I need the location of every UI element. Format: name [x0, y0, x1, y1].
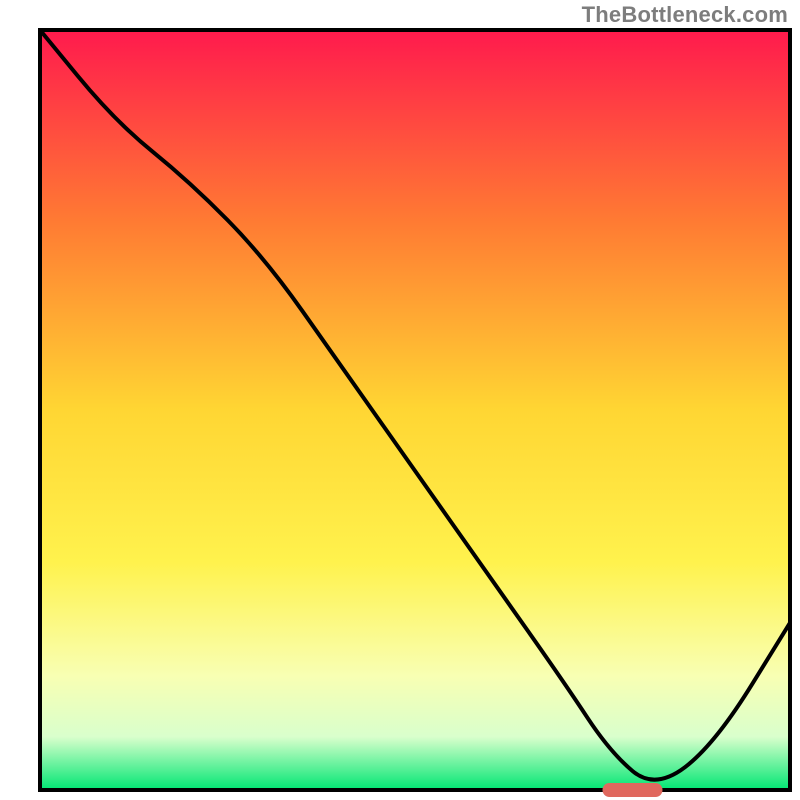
highlight-bar: [603, 783, 663, 797]
chart-container: { "watermark": "TheBottleneck.com", "cha…: [0, 0, 800, 800]
watermark-text: TheBottleneck.com: [582, 2, 788, 28]
plot-gradient: [40, 30, 790, 790]
bottleneck-chart: [0, 0, 800, 800]
